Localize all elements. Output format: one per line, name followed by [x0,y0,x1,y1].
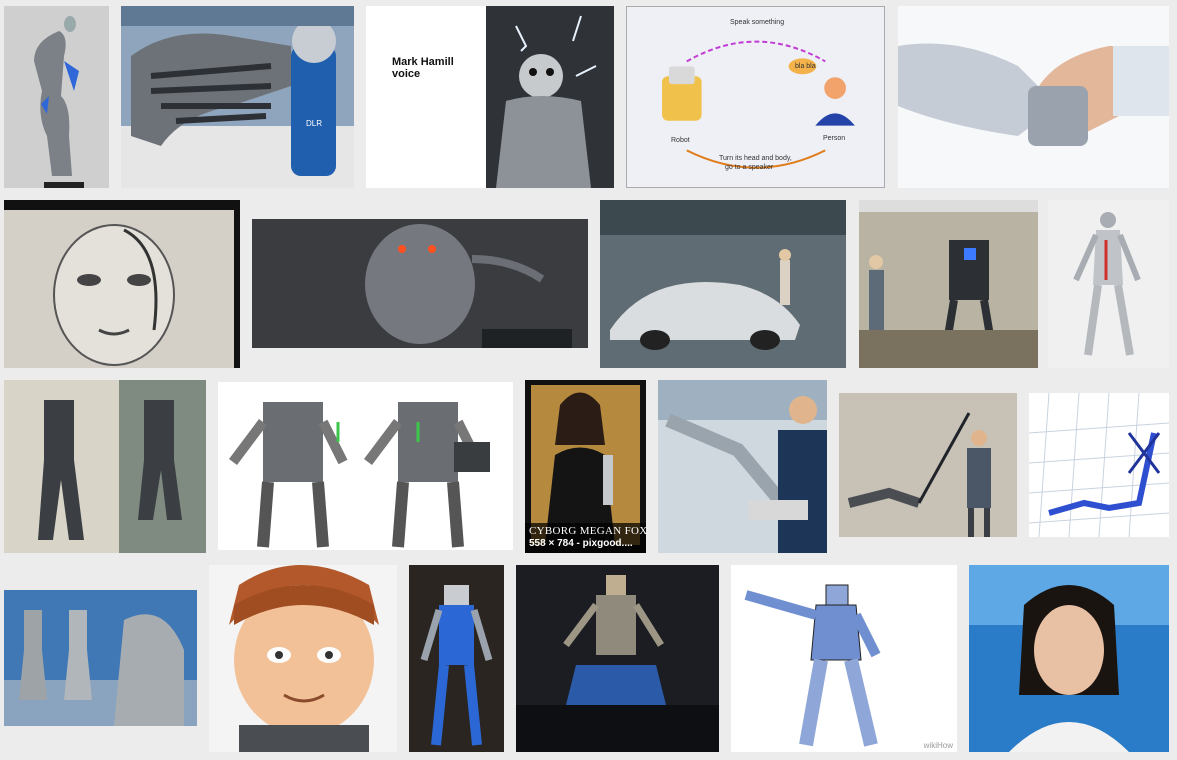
image-result-arm-sim[interactable] [1029,393,1169,537]
image-result-bipedal-robot[interactable] [4,380,206,553]
image-result-robot-boy[interactable] [209,565,397,752]
image-result-three-robots[interactable] [4,590,197,726]
caption-title: CYBORG MEGAN FOX [529,525,646,537]
image-result-dlr-hand[interactable]: DLR [121,6,354,188]
image-result-red-eye-robot[interactable] [252,219,588,348]
diagram-bottom-label-1: Turn its head and body, [719,155,792,162]
diagram-person-label: Person [823,135,846,142]
image-result-future-car[interactable] [600,200,846,368]
image-result-drawn-robot[interactable]: wikiHow [731,565,957,752]
svg-text:DLR: DLR [306,119,322,128]
image-result-android-woman[interactable] [969,565,1169,752]
diagram-top-label: Speak something [730,19,785,26]
diagram-robot-label: Robot [671,137,690,144]
image-result-seated-robot[interactable] [516,565,719,752]
image-result-white-red-robot[interactable] [1048,200,1169,368]
image-result-arm-sword[interactable] [839,393,1017,537]
image-result-handshake[interactable] [898,6,1169,188]
image-caption: CYBORG MEGAN FOX 558 × 784 - pixgood.... [525,523,646,553]
image-result-boston-dynamics[interactable] [218,382,513,550]
image-result-robot-diagram[interactable]: Speak something bla bla Robot Person Tur… [626,6,885,188]
image-result-sketch-face[interactable] [4,200,240,368]
image-result-robot-figure[interactable] [4,6,109,188]
image-result-blue-humanoid[interactable] [409,565,504,752]
wikihow-watermark: wikiHow [923,741,953,750]
image-result-cyborg-megan-fox[interactable]: CYBORG MEGAN FOX 558 × 784 - pixgood.... [525,380,646,553]
diagram-bottom-label-2: go to a speaker [725,164,774,171]
image-result-robot-arm-man[interactable] [658,380,827,553]
diagram-bubble-label: bla bla [795,63,816,70]
image-result-atlas-lab[interactable] [859,200,1038,368]
caption-meta: 558 × 784 - pixgood.... [529,538,633,549]
image-result-mark-hamill[interactable]: Mark Hamill voice [366,6,614,188]
